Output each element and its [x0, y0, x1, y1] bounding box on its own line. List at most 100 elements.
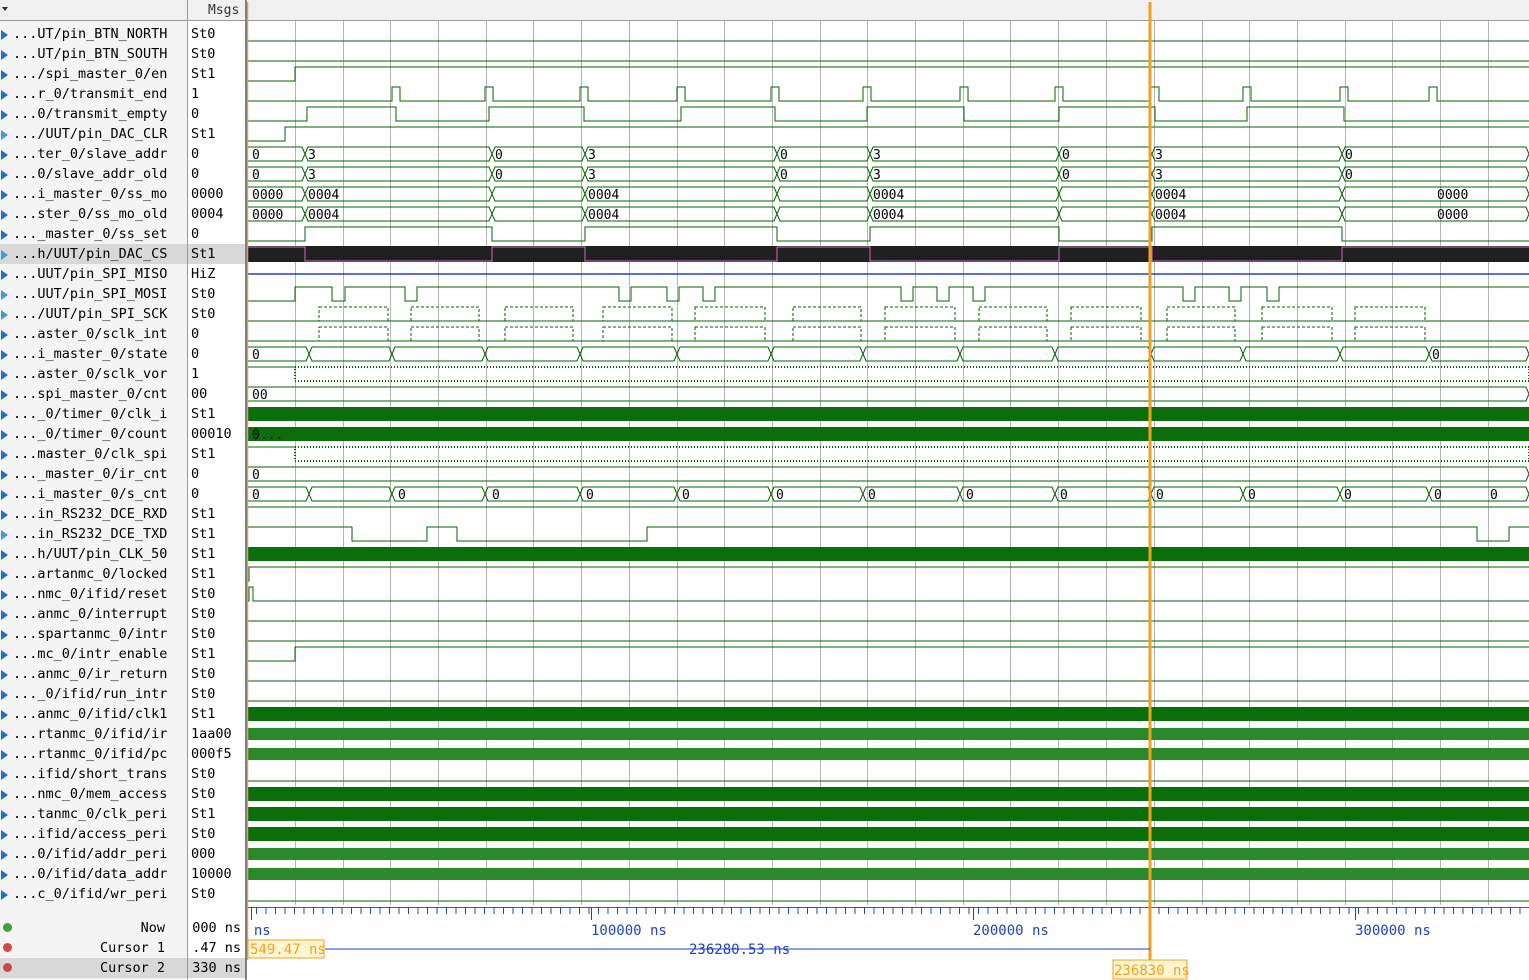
signal-expand-icon[interactable]	[1, 570, 8, 580]
signal-expand-icon[interactable]	[1, 130, 8, 140]
signal-row[interactable]: ...c_0/ifid/wr_peri	[0, 884, 187, 904]
signal-expand-icon[interactable]	[1, 550, 8, 560]
signal-expand-icon[interactable]	[1, 810, 8, 820]
signal-row[interactable]: ...UUT/pin_SPI_MOSI	[0, 284, 187, 304]
signal-row[interactable]: ...0/ifid/addr_peri	[0, 844, 187, 864]
signal-row[interactable]: ..._0/timer_0/count	[0, 424, 187, 444]
signal-row[interactable]: ...anmc_0/ir_return	[0, 664, 187, 684]
signal-row[interactable]: ...0/slave_addr_old	[0, 164, 187, 184]
signal-row[interactable]: ...r_0/transmit_end	[0, 84, 187, 104]
signal-expand-icon[interactable]	[1, 450, 8, 460]
signal-expand-icon[interactable]	[1, 470, 8, 480]
signal-row[interactable]: ...nmc_0/ifid/reset	[0, 584, 187, 604]
footer-row[interactable]: Now	[0, 918, 187, 938]
footer-row[interactable]: Cursor 2	[0, 958, 187, 978]
signal-row[interactable]: ...0/ifid/data_addr	[0, 864, 187, 884]
signal-expand-icon[interactable]	[1, 270, 8, 280]
signal-row[interactable]: ...aster_0/sclk_int	[0, 324, 187, 344]
signal-row[interactable]: ...mc_0/intr_enable	[0, 644, 187, 664]
signal-expand-icon[interactable]	[1, 250, 8, 260]
signal-expand-icon[interactable]	[1, 330, 8, 340]
signal-row[interactable]: ...rtanmc_0/ifid/ir	[0, 724, 187, 744]
signal-expand-icon[interactable]	[1, 110, 8, 120]
signal-expand-icon[interactable]	[1, 50, 8, 60]
signal-expand-icon[interactable]	[1, 770, 8, 780]
signal-expand-icon[interactable]	[1, 590, 8, 600]
signal-expand-icon[interactable]	[1, 290, 8, 300]
signal-row[interactable]: ...anmc_0/interrupt	[0, 604, 187, 624]
signal-expand-icon[interactable]	[1, 490, 8, 500]
collapse-caret-icon[interactable]	[2, 7, 8, 11]
signal-row[interactable]: ..._master_0/ss_set	[0, 224, 187, 244]
signal-row[interactable]: ...rtanmc_0/ifid/pc	[0, 744, 187, 764]
signal-row[interactable]: ...spi_master_0/cnt	[0, 384, 187, 404]
signal-expand-icon[interactable]	[1, 690, 8, 700]
signal-row[interactable]: ...spartanmc_0/intr	[0, 624, 187, 644]
signal-row[interactable]: ...in_RS232_DCE_TXD	[0, 524, 187, 544]
signal-expand-icon[interactable]	[1, 410, 8, 420]
signal-expand-icon[interactable]	[1, 30, 8, 40]
signal-expand-icon[interactable]	[1, 170, 8, 180]
signal-expand-icon[interactable]	[1, 310, 8, 320]
signal-expand-icon[interactable]	[1, 630, 8, 640]
signal-expand-icon[interactable]	[1, 210, 8, 220]
signal-row[interactable]: ...ifid/short_trans	[0, 764, 187, 784]
signal-expand-icon[interactable]	[1, 850, 8, 860]
signal-row[interactable]: ...i_master_0/s_cnt	[0, 484, 187, 504]
signal-row[interactable]: ...aster_0/sclk_vor	[0, 364, 187, 384]
signal-row[interactable]: ...ifid/access_peri	[0, 824, 187, 844]
signal-expand-icon[interactable]	[1, 150, 8, 160]
signal-expand-icon[interactable]	[1, 870, 8, 880]
signal-row[interactable]: ...UUT/pin_SPI_MISO	[0, 264, 187, 284]
signal-row[interactable]: ...ter_0/slave_addr	[0, 144, 187, 164]
signal-row[interactable]: ...anmc_0/ifid/clk1	[0, 704, 187, 724]
footer-row[interactable]: Cursor 1	[0, 938, 187, 958]
signal-row[interactable]: ...0/transmit_empty	[0, 104, 187, 124]
signal-row[interactable]: ...nmc_0/mem_access	[0, 784, 187, 804]
signal-row[interactable]: ...master_0/clk_spi	[0, 444, 187, 464]
signal-row[interactable]: ...h/UUT/pin_CLK_50	[0, 544, 187, 564]
signal-expand-icon[interactable]	[1, 750, 8, 760]
waveform-canvas[interactable]: 0 3 0 3 0 3 0 3 00 3 0 3 0 3 0 3 00000 0004 0004 0004 0004 00…	[247, 0, 1529, 980]
add-cursor-icon[interactable]	[3, 923, 12, 932]
signal-row[interactable]: ..._master_0/ir_cnt	[0, 464, 187, 484]
signal-row[interactable]: .../UUT/pin_SPI_SCK	[0, 304, 187, 324]
signal-row[interactable]: ...h/UUT/pin_DAC_CS	[0, 244, 187, 264]
bus-segment	[579, 486, 678, 502]
signal-row[interactable]: ...i_master_0/state	[0, 344, 187, 364]
cursor-delete-icon[interactable]	[3, 963, 12, 972]
signal-row[interactable]: ...tanmc_0/clk_peri	[0, 804, 187, 824]
signal-row[interactable]: ...i_master_0/ss_mo	[0, 184, 187, 204]
signal-row[interactable]: ...UT/pin_BTN_SOUTH	[0, 44, 187, 64]
signal-row[interactable]: ...ster_0/ss_mo_old	[0, 204, 187, 224]
signal-expand-icon[interactable]	[1, 530, 8, 540]
signal-expand-icon[interactable]	[1, 730, 8, 740]
signal-expand-icon[interactable]	[1, 390, 8, 400]
bus-segment	[304, 146, 493, 162]
signal-expand-icon[interactable]	[1, 610, 8, 620]
signal-expand-icon[interactable]	[1, 670, 8, 680]
signal-expand-icon[interactable]	[1, 650, 8, 660]
signal-expand-icon[interactable]	[1, 350, 8, 360]
signal-row[interactable]: ...UT/pin_BTN_NORTH	[0, 24, 187, 44]
signal-expand-icon[interactable]	[1, 890, 8, 900]
signal-row[interactable]: ...artanmc_0/locked	[0, 564, 187, 584]
signal-expand-icon[interactable]	[1, 790, 8, 800]
cursor-delete-icon[interactable]	[3, 943, 12, 952]
signal-row[interactable]: ..._0/timer_0/clk_i	[0, 404, 187, 424]
waveform-pane[interactable]: 0 3 0 3 0 3 0 3 0 0 3 0 3 0 3 0 3 0 0000 0004 0004 0004 0004 00…	[247, 0, 1529, 980]
signal-row[interactable]: ..._0/ifid/run_intr	[0, 684, 187, 704]
signal-expand-icon[interactable]	[1, 510, 8, 520]
signal-row[interactable]: .../UUT/pin_DAC_CLR	[0, 124, 187, 144]
signal-row[interactable]: ...in_RS232_DCE_RXD	[0, 504, 187, 524]
signal-expand-icon[interactable]	[1, 430, 8, 440]
signal-expand-icon[interactable]	[1, 710, 8, 720]
signal-expand-icon[interactable]	[1, 70, 8, 80]
signal-expand-icon[interactable]	[1, 190, 8, 200]
signal-expand-icon[interactable]	[1, 830, 8, 840]
signal-expand-icon[interactable]	[1, 230, 8, 240]
signal-name: ...master_0/clk_spi	[13, 446, 168, 462]
signal-expand-icon[interactable]	[1, 90, 8, 100]
signal-row[interactable]: .../spi_master_0/en	[0, 64, 187, 84]
signal-expand-icon[interactable]	[1, 370, 8, 380]
